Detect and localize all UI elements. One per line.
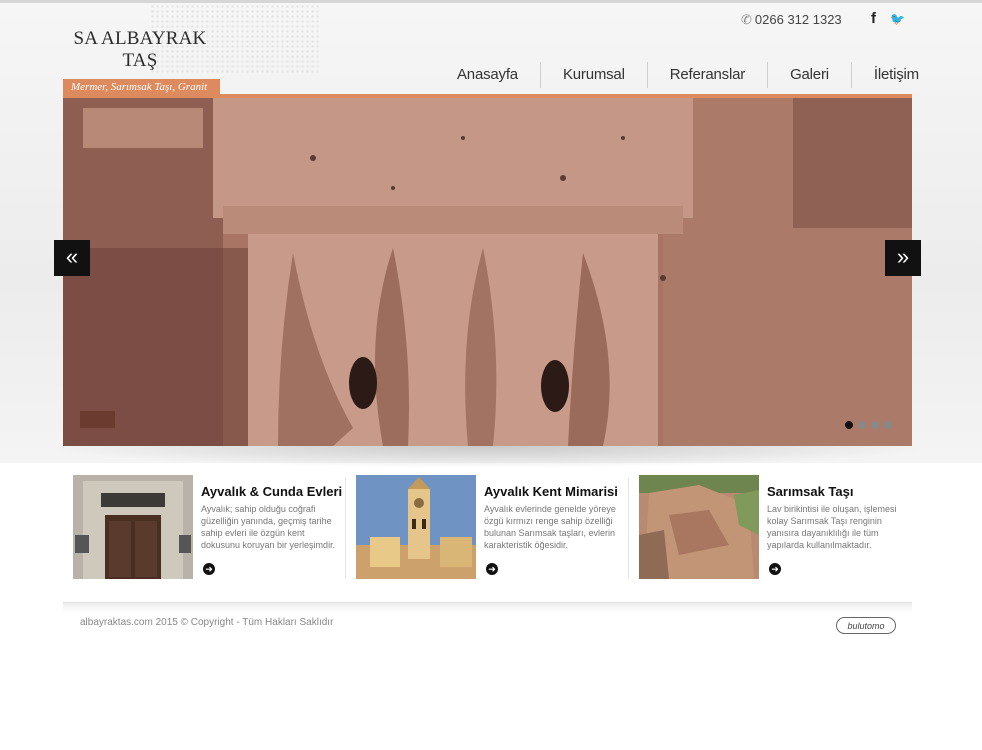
slider-bullets xyxy=(845,421,892,429)
feature-desc: Ayvalık; sahip olduğu coğrafi güzelliğin… xyxy=(201,504,336,550)
developer-logo[interactable]: bulutomo xyxy=(836,617,896,634)
footer-shadow xyxy=(63,603,912,613)
slider-bullet[interactable] xyxy=(884,421,892,429)
feature-card-ayvalik-cunda: Ayvalık & Cunda Evleri Ayvalık; sahip ol… xyxy=(73,475,353,585)
slider-prev-button[interactable]: « xyxy=(54,240,90,276)
nav-item-kurumsal[interactable]: Kurumsal xyxy=(539,62,647,88)
arrow-right-icon[interactable]: ➜ xyxy=(769,563,781,575)
feature-thumb-door[interactable] xyxy=(73,475,193,579)
phone-text: 0266 312 1323 xyxy=(754,12,842,27)
feature-thumb-clocktower[interactable] xyxy=(356,475,476,579)
nav-item-galeri[interactable]: Galeri xyxy=(767,62,851,88)
divider xyxy=(345,478,346,578)
feature-thumb-rock[interactable] xyxy=(639,475,759,579)
facebook-icon[interactable]: f xyxy=(871,10,876,27)
arrow-right-icon[interactable]: ➜ xyxy=(203,563,215,575)
arrow-right-icon[interactable]: ➜ xyxy=(486,563,498,575)
slider-next-button[interactable]: » xyxy=(885,240,921,276)
logo-line-2: TAŞ xyxy=(122,50,158,71)
feature-title[interactable]: Ayvalık & Cunda Evleri xyxy=(201,484,342,499)
nav-item-referanslar[interactable]: Referanslar xyxy=(646,62,767,88)
slide-caption-box xyxy=(80,411,115,428)
nav-item-iletisim[interactable]: İletişim xyxy=(850,62,941,88)
feature-title[interactable]: Ayvalık Kent Mimarisi xyxy=(484,484,618,499)
slider-bullet[interactable] xyxy=(858,421,866,429)
slider-bullet[interactable] xyxy=(845,421,853,429)
divider xyxy=(628,478,629,578)
logo-line-1: SA ALBAYRAK xyxy=(73,28,207,49)
image-slider[interactable] xyxy=(63,98,912,446)
phone-number: ✆ 0266 312 1323 xyxy=(741,12,842,28)
site-logo[interactable]: SA ALBAYRAK TAŞ xyxy=(70,28,210,72)
slider-bullet[interactable] xyxy=(871,421,879,429)
feature-card-kent-mimarisi: Ayvalık Kent Mimarisi Ayvalık evlerinde … xyxy=(356,475,636,585)
main-nav: Anasayfa Kurumsal Referanslar Galeri İle… xyxy=(440,62,941,88)
slider-shadow xyxy=(44,446,930,468)
twitter-icon[interactable]: 🐦 xyxy=(890,12,905,26)
nav-item-anasayfa[interactable]: Anasayfa xyxy=(440,62,540,88)
copyright-text: albayraktas.com 2015 © Copyright - Tüm H… xyxy=(80,617,334,628)
feature-desc: Ayvalık evlerinde genelde yöreye özgü kı… xyxy=(484,504,616,550)
phone-icon: ✆ xyxy=(741,12,752,27)
feature-desc: Lav birikintisi ile oluşan, işlemesi kol… xyxy=(767,504,897,550)
feature-title[interactable]: Sarımsak Taşı xyxy=(767,484,853,499)
feature-card-sarimsak-tasi: Sarımsak Taşı Lav birikintisi ile oluşan… xyxy=(639,475,914,585)
slide-image-stone-capital xyxy=(63,98,912,446)
